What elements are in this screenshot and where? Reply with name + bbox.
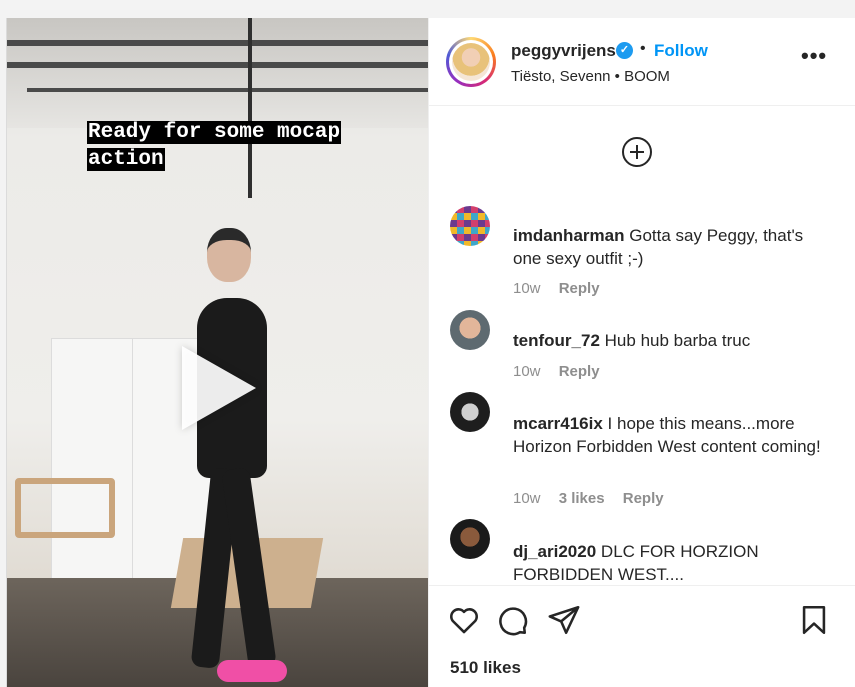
comment-avatar[interactable] <box>450 310 490 350</box>
likes-count[interactable]: 510 likes <box>450 658 521 678</box>
reply-button[interactable]: Reply <box>559 363 600 380</box>
share-icon[interactable] <box>547 603 581 637</box>
ceiling-rail <box>7 40 428 46</box>
avatar[interactable] <box>446 37 496 87</box>
performer <box>177 228 287 687</box>
verified-badge-icon: ✓ <box>616 42 633 59</box>
comment-time: 10w <box>513 490 541 507</box>
post-dialog: Ready for some mocap action peggyvrijens… <box>6 18 855 687</box>
comment-username[interactable]: mcarr416ix <box>513 414 603 433</box>
comment-meta: 10w 3 likes Reply <box>513 490 678 507</box>
post-header: peggyvrijens ✓ • Follow Tiësto, Sevenn •… <box>429 18 855 106</box>
comment-time: 10w <box>513 280 541 297</box>
play-icon[interactable] <box>182 346 256 430</box>
follow-button[interactable]: Follow <box>654 41 708 61</box>
comment-meta: 10w Reply <box>513 363 614 380</box>
comment-body: mcarr416ix I hope this means...more Hori… <box>513 412 823 458</box>
reply-button[interactable]: Reply <box>559 280 600 297</box>
comment-body: tenfour_72 Hub hub barba truc <box>513 329 823 352</box>
caption-line: action <box>87 148 165 171</box>
comment-time: 10w <box>513 363 541 380</box>
avatar-border <box>449 40 493 84</box>
comment-body: dj_ari2020 DLC FOR HORZION FORBIDDEN WES… <box>513 540 823 585</box>
likes-count[interactable]: 3 likes <box>559 490 605 507</box>
comment-avatar[interactable] <box>450 206 490 246</box>
ceiling-rail <box>7 62 428 68</box>
comment-icon[interactable] <box>495 603 529 637</box>
comment-text: Hub hub barba truc <box>604 331 751 350</box>
ceiling-rail <box>27 88 428 92</box>
video-caption: Ready for some mocap action <box>87 119 342 173</box>
performer-head <box>207 228 251 282</box>
audio-link[interactable]: Tiësto, Sevenn • BOOM <box>511 68 670 85</box>
comment-meta: 10w Reply <box>513 280 614 297</box>
comment-username[interactable]: imdanharman <box>513 226 624 245</box>
heart-icon[interactable] <box>447 603 481 637</box>
bookmark-icon[interactable] <box>797 603 831 637</box>
post-actions: 510 likes <box>429 585 855 687</box>
username-link[interactable]: peggyvrijens <box>511 41 616 61</box>
reply-button[interactable]: Reply <box>623 490 664 507</box>
avatar-image <box>452 43 490 81</box>
comment-username[interactable]: tenfour_72 <box>513 331 600 350</box>
performer-shoe <box>217 660 287 682</box>
more-options-icon[interactable]: ••• <box>801 45 827 67</box>
ceiling <box>7 18 428 128</box>
chair <box>15 478 115 538</box>
post-panel: peggyvrijens ✓ • Follow Tiësto, Sevenn •… <box>428 18 855 687</box>
comment-body: imdanharman Gotta say Peggy, that's one … <box>513 224 823 270</box>
comment-avatar[interactable] <box>450 519 490 559</box>
comment-username[interactable]: dj_ari2020 <box>513 542 596 561</box>
reel-video[interactable]: Ready for some mocap action <box>7 18 428 687</box>
comments-list[interactable]: imdanharman Gotta say Peggy, that's one … <box>429 190 855 585</box>
comment-avatar[interactable] <box>450 392 490 432</box>
performer-leg <box>221 467 277 669</box>
caption-line: Ready for some mocap <box>87 121 342 144</box>
separator-dot: • <box>640 40 646 57</box>
add-comment-icon[interactable] <box>622 137 652 167</box>
